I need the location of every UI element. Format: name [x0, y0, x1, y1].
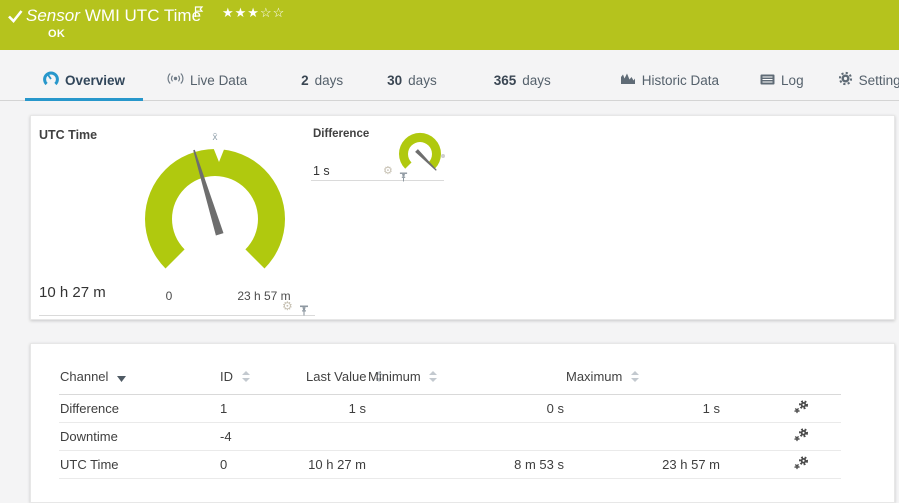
cell-last-value — [305, 422, 367, 451]
gauge-settings-gear-icon[interactable]: ⚙ — [282, 300, 293, 312]
col-header-id[interactable]: ID — [219, 361, 305, 395]
cell-last-value: 1 s — [305, 394, 367, 423]
cell-minimum: 8 m 53 s — [367, 450, 565, 479]
table-row-downtime[interactable]: Downtime -4 — [59, 422, 841, 451]
stars-filled: ★★★ — [222, 5, 260, 20]
gauge-title-utc-time: UTC Time — [39, 128, 98, 142]
tab-overview-label: Overview — [65, 72, 126, 88]
broadcast-icon — [167, 72, 184, 88]
sensor-name: WMI UTC Time — [84, 6, 202, 25]
col-header-actions — [721, 361, 841, 395]
tab-overview[interactable]: Overview — [25, 60, 144, 101]
tab-30-days[interactable]: 30 days — [369, 60, 455, 100]
channel-table: Channel ID Last Value Minimum Maximum Di… — [59, 361, 841, 479]
cell-minimum — [367, 422, 565, 451]
gauge-scale-min: 0 — [165, 289, 173, 303]
tab-log[interactable]: Log — [742, 60, 822, 100]
tab-365-days-unit: days — [522, 72, 551, 88]
col-header-maximum[interactable]: Maximum — [565, 361, 721, 395]
peak-marker-dot — [441, 154, 445, 158]
col-id-label: ID — [220, 369, 233, 385]
channel-settings-gears-icon[interactable] — [793, 455, 809, 473]
tab-settings[interactable]: Settings — [822, 60, 899, 100]
page-title: Sensor WMI UTC Time — [26, 5, 201, 27]
cell-id: -4 — [219, 422, 305, 451]
table-header-row: Channel ID Last Value Minimum Maximum — [59, 361, 841, 395]
ok-check-icon — [8, 10, 23, 28]
difference-gauge — [399, 132, 445, 171]
tab-30-days-number: 30 — [387, 72, 403, 88]
cell-maximum: 1 s — [565, 394, 721, 423]
gauge-title-difference: Difference — [313, 128, 370, 140]
channel-settings-gears-icon[interactable] — [793, 427, 809, 445]
cell-last-value: 10 h 27 m — [305, 450, 367, 479]
area-chart-icon — [620, 72, 636, 88]
gauge-pin-icon[interactable] — [299, 303, 309, 321]
tab-historic-data[interactable]: Historic Data — [602, 60, 737, 100]
priority-stars[interactable]: ★★★☆☆ — [222, 6, 285, 20]
object-type-label: Sensor — [26, 6, 80, 25]
col-header-channel[interactable]: Channel — [59, 361, 219, 395]
col-header-minimum[interactable]: Minimum — [367, 361, 565, 395]
flag-icon[interactable] — [194, 5, 204, 23]
col-minimum-label: Minimum — [368, 369, 421, 385]
gauge-divider — [39, 315, 315, 316]
utc-time-gauge — [145, 147, 285, 269]
col-last-value-label: Last Value — [306, 369, 367, 385]
tab-historic-data-label: Historic Data — [641, 72, 720, 88]
gear-icon — [838, 71, 853, 89]
cell-channel[interactable]: Downtime — [59, 422, 219, 451]
cell-id: 0 — [219, 450, 305, 479]
channel-settings-gears-icon[interactable] — [793, 399, 809, 417]
tab-30-days-unit: days — [408, 72, 437, 88]
tab-2-days-unit: days — [314, 72, 344, 88]
mean-marker-label: x̄ — [212, 132, 218, 143]
cell-maximum — [565, 422, 721, 451]
cell-maximum: 23 h 57 m — [565, 450, 721, 479]
tab-2-days-number: 2 — [301, 72, 309, 88]
col-header-last-value[interactable]: Last Value — [305, 361, 384, 395]
difference-pin-icon[interactable] — [399, 169, 408, 187]
sort-both-icon — [429, 370, 438, 385]
log-list-icon — [760, 73, 775, 88]
tab-2-days[interactable]: 2 days — [283, 60, 361, 100]
overview-gauges-card: UTC Time x̄ 10 h 27 m 0 23 h 57 m ⚙ Diff… — [30, 115, 895, 320]
cell-id: 1 — [219, 394, 305, 423]
tab-log-label: Log — [781, 72, 804, 88]
stars-empty: ☆☆ — [259, 5, 286, 20]
tab-settings-label: Settings — [858, 72, 899, 88]
channel-table-card: Channel ID Last Value Minimum Maximum Di… — [30, 343, 895, 503]
table-row-difference[interactable]: Difference 1 1 s 0 s 1 s — [59, 394, 841, 423]
gauge-icon — [43, 71, 59, 89]
cell-channel[interactable]: UTC Time — [59, 450, 219, 479]
tab-365-days[interactable]: 365 days — [476, 60, 569, 100]
difference-current-value: 1 s — [313, 164, 330, 178]
status-badge: OK — [48, 28, 66, 40]
sensor-tabbar: Overview Live Data 2 days 30 days 365 da… — [0, 60, 899, 101]
col-channel-label: Channel — [60, 369, 109, 385]
sort-both-icon — [630, 370, 639, 385]
cell-minimum: 0 s — [367, 394, 565, 423]
difference-divider — [311, 180, 444, 181]
difference-settings-gear-icon[interactable]: ⚙ — [383, 166, 393, 177]
col-maximum-label: Maximum — [566, 369, 623, 385]
table-row-utc-time[interactable]: UTC Time 0 10 h 27 m 8 m 53 s 23 h 57 m — [59, 450, 841, 479]
tab-live-data[interactable]: Live Data — [149, 60, 265, 100]
sensor-status-header: Sensor WMI UTC Time ★★★☆☆ OK — [0, 0, 899, 50]
sort-desc-icon — [117, 370, 127, 385]
gauge-current-value: 10 h 27 m — [39, 284, 106, 301]
tab-365-days-number: 365 — [493, 72, 517, 88]
tab-live-data-label: Live Data — [190, 72, 248, 88]
cell-channel[interactable]: Difference — [59, 394, 219, 423]
sort-both-icon — [241, 370, 250, 385]
